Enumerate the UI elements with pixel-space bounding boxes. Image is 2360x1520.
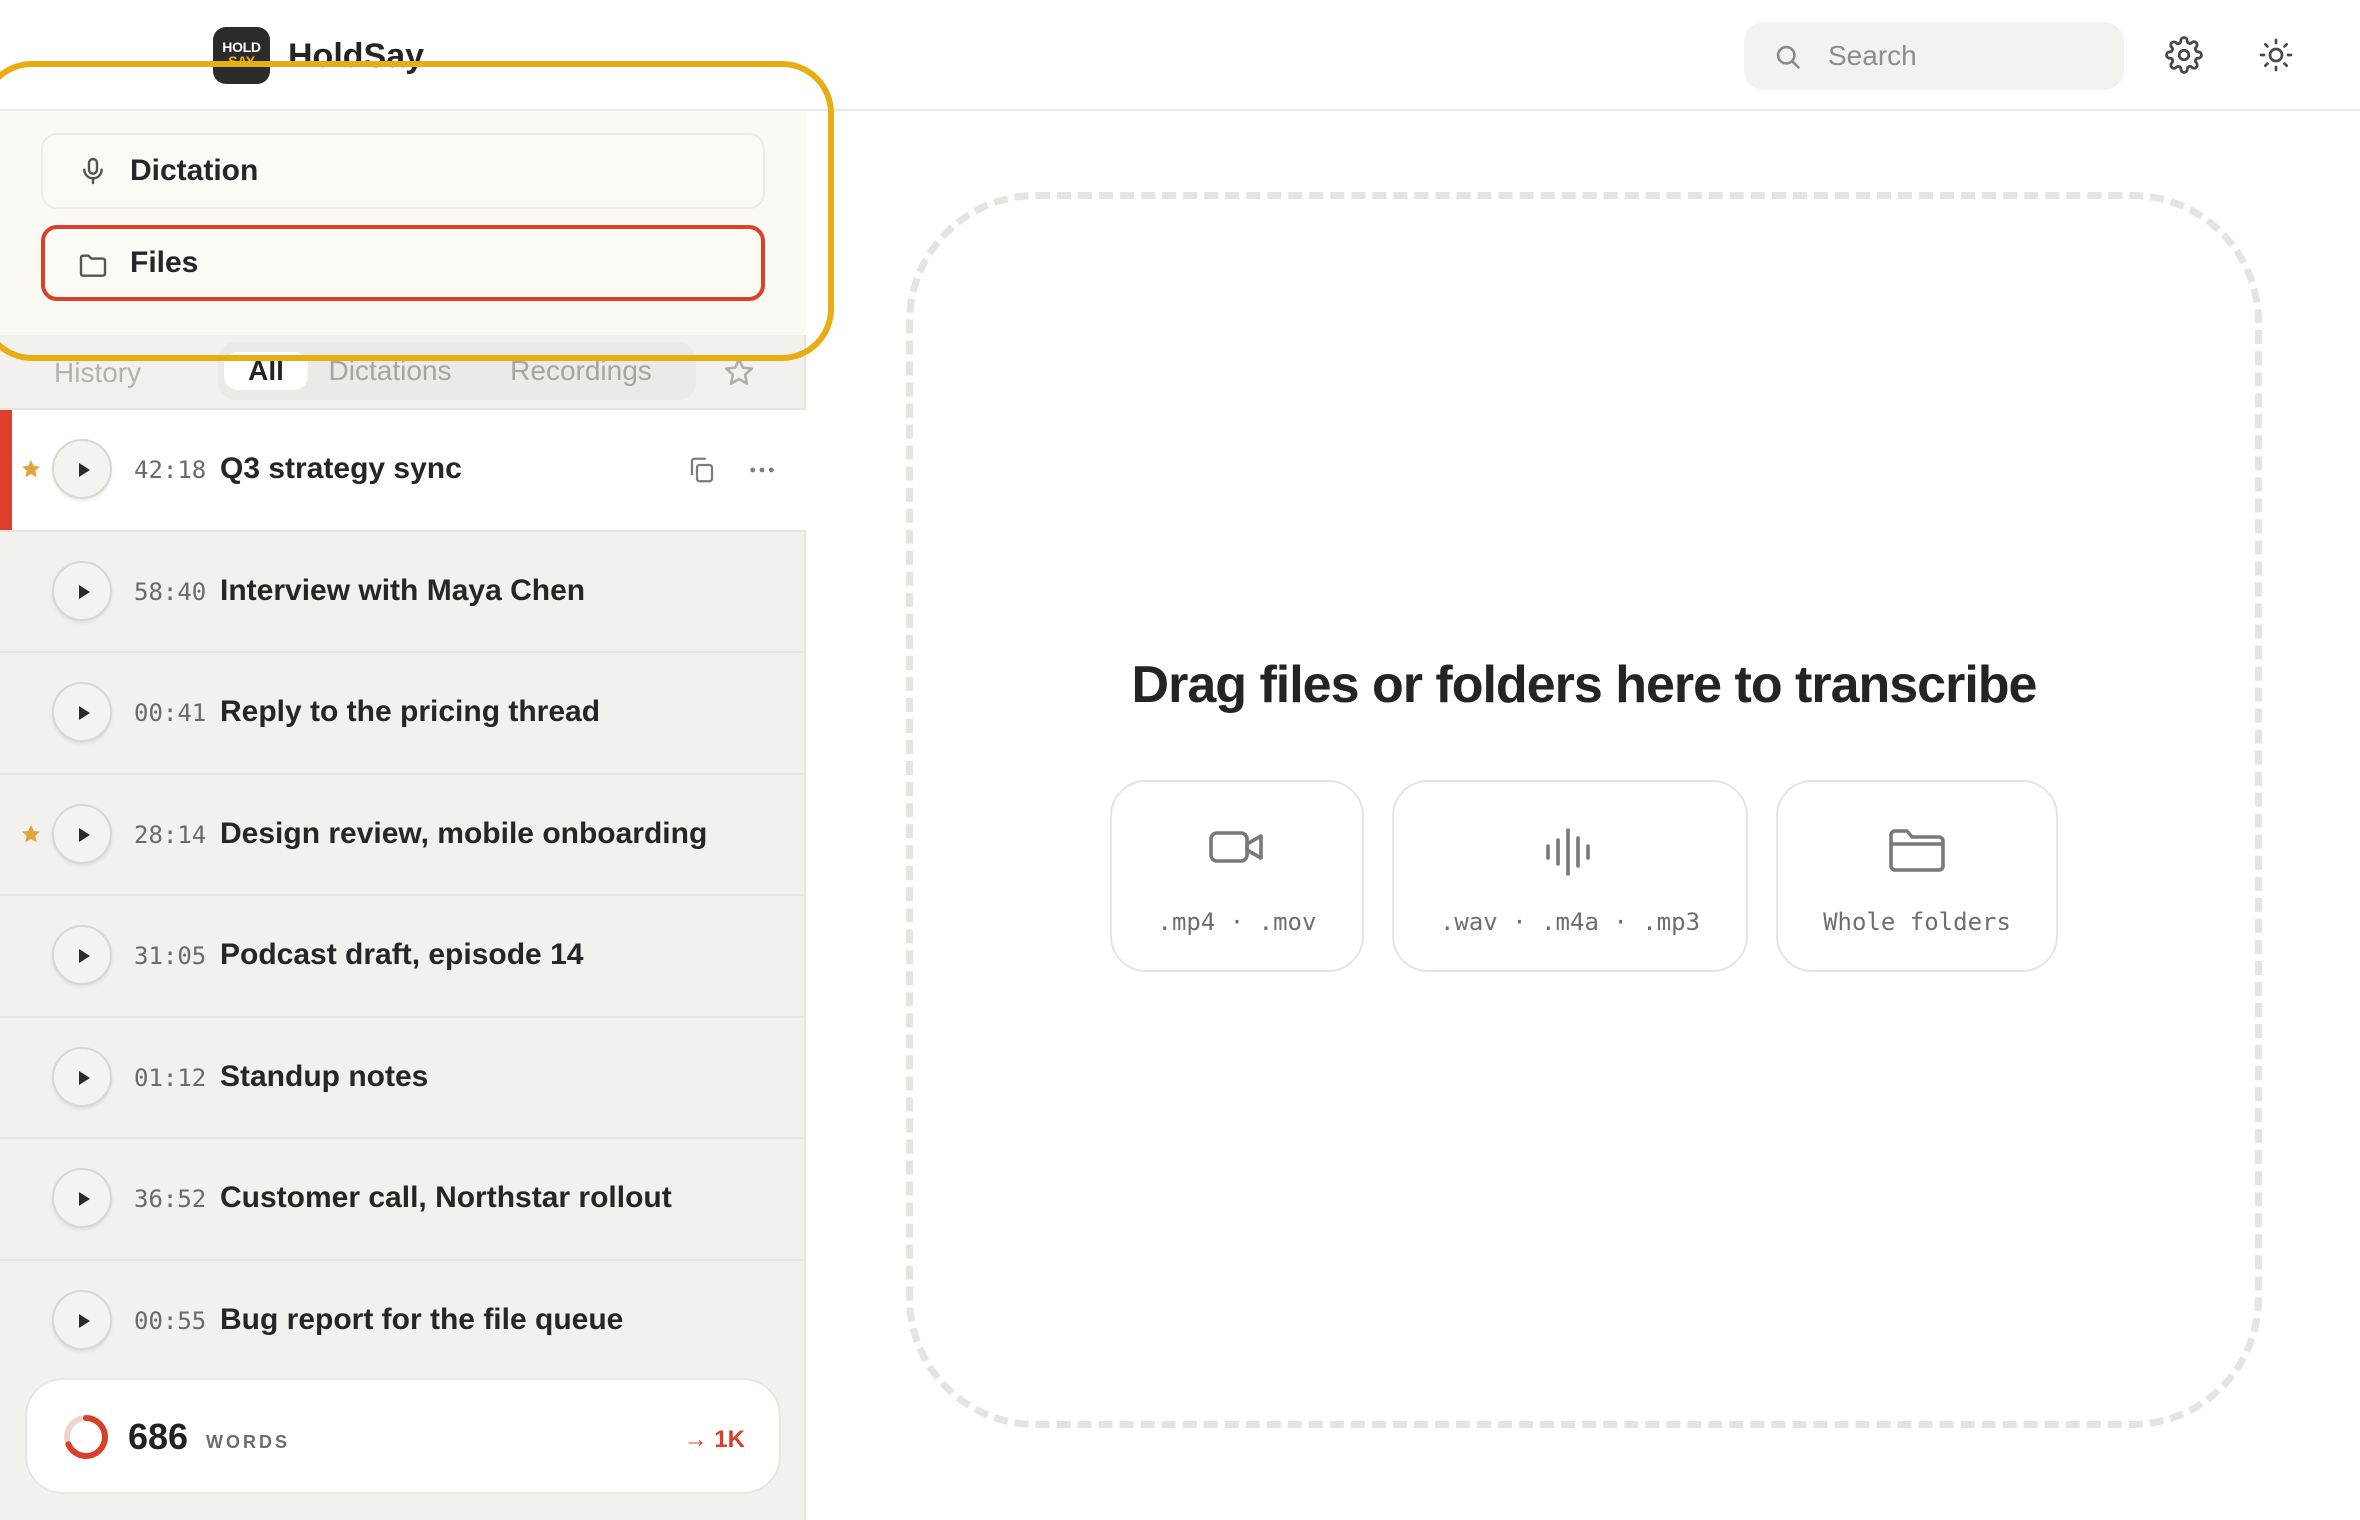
play-button[interactable] <box>52 1289 112 1350</box>
play-button[interactable] <box>52 560 112 621</box>
tab-recordings[interactable]: Recordings <box>496 352 666 390</box>
drop-zone-title: Drag files or folders here to transcribe <box>1131 656 2038 714</box>
history-row[interactable]: 31:05 Podcast draft, episode 14 <box>0 894 806 1016</box>
history-row[interactable]: 36:52 Customer call, Northstar rollout <box>0 1137 806 1259</box>
video-formats-label: .mp4 · .mov <box>1157 908 1317 936</box>
row-title: Interview with Maya Chen <box>220 573 586 607</box>
folder-icon <box>1889 829 1945 872</box>
history-label: History <box>54 357 142 388</box>
row-duration: 01:12 <box>134 1063 207 1092</box>
history-row[interactable]: 00:55 Bug report for the file queue <box>0 1258 806 1381</box>
search-icon <box>1776 45 1800 69</box>
dictation-mode-label: Dictation <box>130 154 259 187</box>
play-button[interactable] <box>52 439 112 499</box>
play-button[interactable] <box>52 1168 112 1228</box>
files-mode-label: Files <box>130 246 199 279</box>
row-title: Design review, mobile onboarding <box>220 816 708 850</box>
more-options-button[interactable] <box>742 450 782 490</box>
word-count-value: 686 <box>128 1416 189 1457</box>
dictation-mode-button[interactable]: Dictation <box>41 133 765 209</box>
gear-icon <box>2165 36 2203 74</box>
play-button[interactable] <box>52 1046 112 1107</box>
row-title: Podcast draft, episode 14 <box>220 938 584 971</box>
search-box[interactable] <box>1744 22 2124 90</box>
history-row[interactable]: 01:12 Standup notes <box>0 1015 806 1138</box>
row-title: Customer call, Northstar rollout <box>220 1181 672 1214</box>
app-header: HOLD SAY HoldSay <box>0 0 2360 111</box>
selected-indicator <box>0 410 12 530</box>
app-title: HoldSay <box>288 37 425 75</box>
mode-switcher: Dictation Files <box>0 112 806 335</box>
play-button[interactable] <box>52 682 112 742</box>
word-count-card: 686 WORDS → 1K <box>25 1378 781 1494</box>
row-duration: 58:40 <box>134 577 207 606</box>
word-goal-label: → 1K <box>683 1426 745 1453</box>
folders-label: Whole folders <box>1823 908 2011 936</box>
history-filter-tabs: All Dictations Recordings <box>218 342 696 400</box>
row-duration: 28:14 <box>134 820 207 849</box>
play-button[interactable] <box>52 803 112 864</box>
video-formats-chip: .mp4 · .mov <box>1110 780 1364 972</box>
history-row[interactable]: 42:18 Q3 strategy sync <box>0 408 806 530</box>
row-duration: 00:55 <box>134 1306 207 1335</box>
progress-ring <box>64 1415 108 1459</box>
audio-formats-chip: .wav · .m4a · .mp3 <box>1392 780 1748 972</box>
sidebar: Dictation Files History All Dictations R… <box>0 112 806 1520</box>
copy-icon <box>690 457 714 483</box>
row-title: Bug report for the file queue <box>220 1302 624 1336</box>
word-count-unit: WORDS <box>206 1432 290 1452</box>
tab-all[interactable]: All <box>224 352 308 390</box>
tab-dictations[interactable]: Dictations <box>318 352 462 390</box>
history-row[interactable]: 28:14 Design review, mobile onboarding <box>0 772 806 895</box>
sun-icon <box>2259 38 2293 72</box>
favorites-filter-star-icon[interactable] <box>722 355 756 389</box>
row-duration: 42:18 <box>134 456 207 484</box>
star-icon <box>22 460 40 478</box>
logo-text-bottom: SAY <box>228 53 255 69</box>
folder-icon <box>79 254 107 277</box>
more-icon <box>750 467 774 473</box>
theme-toggle-button[interactable] <box>2251 30 2301 80</box>
audio-formats-label: .wav · .m4a · .mp3 <box>1439 908 1701 936</box>
waveform-icon <box>1546 828 1590 876</box>
row-duration: 36:52 <box>134 1185 207 1213</box>
folders-chip: Whole folders <box>1776 780 2058 972</box>
video-icon <box>1209 831 1263 863</box>
play-button[interactable] <box>52 925 112 985</box>
row-duration: 31:05 <box>134 942 207 970</box>
star-icon <box>22 824 40 842</box>
microphone-icon <box>83 157 103 185</box>
app-logo: HOLD SAY <box>213 27 270 84</box>
copy-button[interactable] <box>682 450 722 490</box>
row-title: Standup notes <box>220 1059 429 1093</box>
files-mode-button[interactable]: Files <box>41 225 765 301</box>
settings-button[interactable] <box>2159 30 2209 80</box>
history-row[interactable]: 58:40 Interview with Maya Chen <box>0 529 806 652</box>
row-title: Q3 strategy sync <box>220 452 462 485</box>
search-input[interactable] <box>1828 36 2108 76</box>
row-title: Reply to the pricing thread <box>220 695 601 728</box>
row-duration: 00:41 <box>134 699 207 727</box>
history-row[interactable]: 00:41 Reply to the pricing thread <box>0 651 806 773</box>
